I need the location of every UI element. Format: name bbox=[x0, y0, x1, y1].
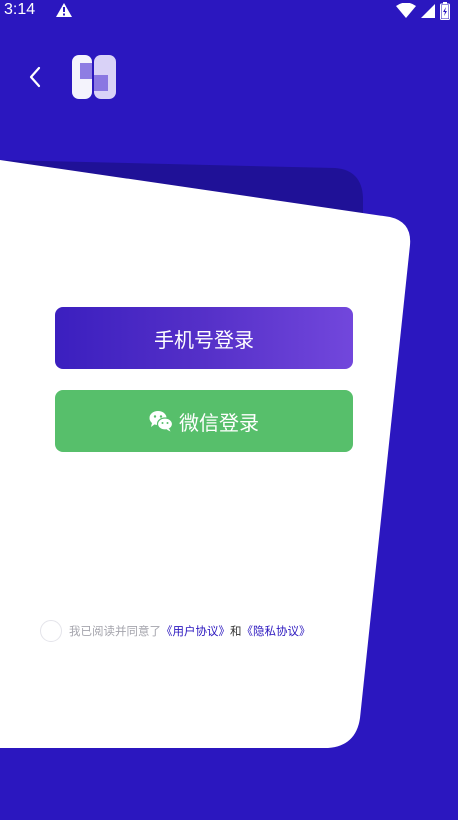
battery-icon bbox=[440, 2, 450, 20]
phone-login-button[interactable]: 手机号登录 bbox=[55, 307, 353, 369]
back-button[interactable] bbox=[22, 62, 48, 92]
status-time: 3:14 bbox=[4, 1, 36, 18]
wechat-login-label: 微信登录 bbox=[179, 410, 259, 435]
signal-icon bbox=[421, 4, 435, 18]
agreement-row: 我已阅读并同意了 《用户协议》 和 《隐私协议》 bbox=[40, 618, 311, 644]
user-agreement-link[interactable]: 《用户协议》 bbox=[161, 623, 230, 639]
privacy-policy-link[interactable]: 《隐私协议》 bbox=[242, 623, 311, 639]
chevron-left-icon bbox=[29, 66, 41, 88]
wechat-icon bbox=[149, 411, 173, 432]
login-card bbox=[0, 160, 411, 748]
agreement-text: 我已阅读并同意了 bbox=[69, 624, 161, 638]
wechat-login-button[interactable]: 微信登录 bbox=[55, 390, 353, 452]
status-icons bbox=[396, 2, 450, 20]
agreement-and: 和 bbox=[230, 624, 242, 638]
status-bar: 3:14 bbox=[0, 0, 458, 22]
phone-login-label: 手机号登录 bbox=[154, 327, 254, 352]
agreement-checkbox[interactable] bbox=[40, 620, 62, 642]
wifi-icon bbox=[396, 3, 416, 18]
warning-icon bbox=[56, 3, 72, 17]
app-logo bbox=[72, 55, 116, 99]
